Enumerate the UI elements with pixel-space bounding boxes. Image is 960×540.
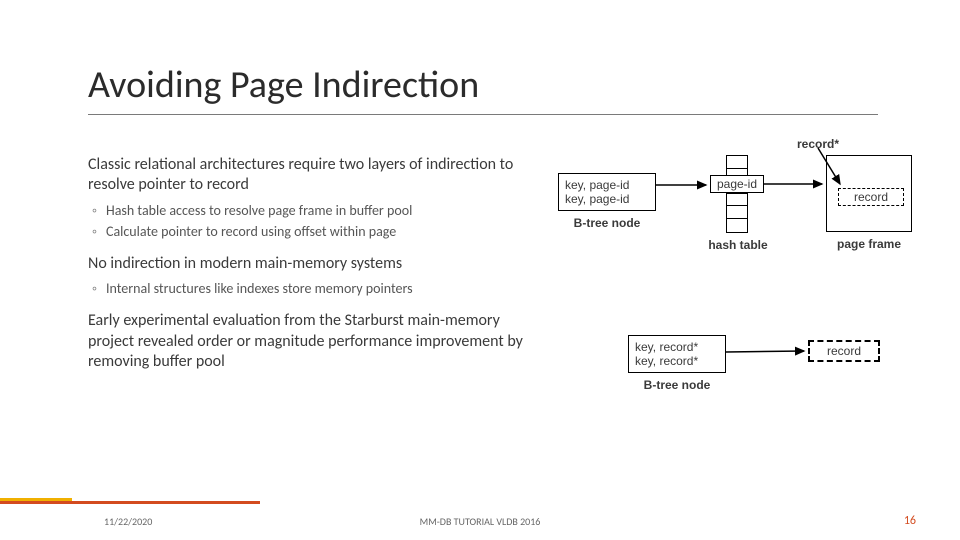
- slide-title: Avoiding Page Indirection: [88, 62, 878, 115]
- para-1: Classic relational architectures require…: [88, 155, 538, 196]
- para-3: Early experimental evaluation from the S…: [88, 311, 538, 372]
- para-1-sub-1: Hash table access to resolve page frame …: [106, 202, 538, 220]
- diagram-area: record* key, page-id key, page-id B-tree…: [558, 140, 918, 470]
- para-2: No indirection in modern main-memory sys…: [88, 254, 538, 274]
- para-2-sub-1: Internal structures like indexes store m…: [106, 280, 538, 298]
- body-text: Classic relational architectures require…: [88, 155, 538, 379]
- footer-page-number: 16: [904, 514, 916, 528]
- footer-source: MM-DB TUTORIAL VLDB 2016: [420, 515, 541, 528]
- para-1-sub-2: Calculate pointer to record using offset…: [106, 223, 538, 241]
- footer-accent-line: [0, 498, 960, 504]
- footer-date: 11/22/2020: [104, 515, 152, 528]
